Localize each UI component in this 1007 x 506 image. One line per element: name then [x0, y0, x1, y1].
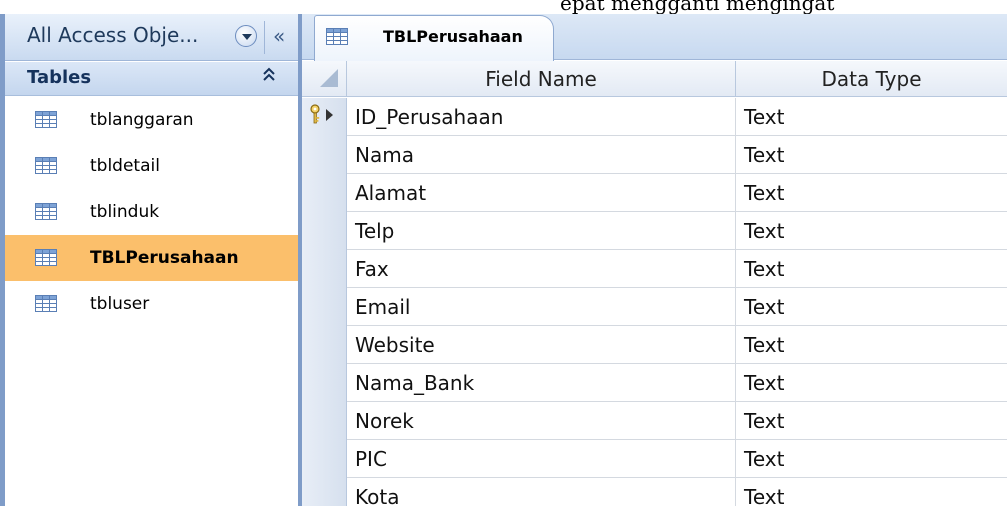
column-header-data-type[interactable]: Data Type [736, 61, 1007, 97]
nav-item-label: tbluser [90, 294, 150, 314]
table-icon [35, 249, 57, 266]
field-grid: Field Name Data Type ID_Perusahaan Text Na… [302, 61, 1007, 506]
table-icon [35, 203, 57, 220]
data-type-cell[interactable]: Text [736, 402, 1007, 440]
nav-item-tbldetail[interactable]: tbldetail [5, 143, 298, 189]
row-selector[interactable] [302, 402, 347, 440]
nav-item-label: tblanggaran [90, 110, 194, 130]
document-tab-strip: TBLPerusahaan [302, 14, 1007, 61]
primary-key-icon [310, 104, 320, 124]
design-view: TBLPerusahaan Field Name Data Type ID_Pe… [302, 14, 1007, 506]
nav-menu-dropdown-icon[interactable] [235, 25, 257, 47]
data-type-cell[interactable]: Text [736, 326, 1007, 364]
data-type-cell[interactable]: Text [736, 136, 1007, 174]
column-header-field-name[interactable]: Field Name [347, 61, 736, 97]
row-selector[interactable] [302, 478, 347, 506]
field-name-cell[interactable]: Nama [347, 136, 736, 174]
table-row: Website Text [302, 326, 1007, 364]
table-row: Kota Text [302, 478, 1007, 506]
table-row: ID_Perusahaan Text [302, 98, 1007, 136]
nav-item-label: tbldetail [90, 156, 160, 176]
data-type-cell[interactable]: Text [736, 250, 1007, 288]
field-name-cell[interactable]: Email [347, 288, 736, 326]
table-icon [35, 111, 57, 128]
data-type-cell[interactable]: Text [736, 98, 1007, 136]
row-selector[interactable] [302, 98, 347, 136]
row-selector[interactable] [302, 326, 347, 364]
data-type-cell[interactable]: Text [736, 288, 1007, 326]
row-selector[interactable] [302, 364, 347, 402]
data-type-cell[interactable]: Text [736, 174, 1007, 212]
tab-tblperusahaan[interactable]: TBLPerusahaan [314, 15, 554, 61]
table-row: Nama_Bank Text [302, 364, 1007, 402]
row-selector[interactable] [302, 440, 347, 478]
field-name-cell[interactable]: Fax [347, 250, 736, 288]
field-name-cell[interactable]: Telp [347, 212, 736, 250]
select-all-corner[interactable] [302, 61, 347, 97]
data-type-cell[interactable]: Text [736, 212, 1007, 250]
tab-label: TBLPerusahaan [383, 27, 523, 46]
data-type-cell[interactable]: Text [736, 440, 1007, 478]
nav-item-tblanggaran[interactable]: tblanggaran [5, 97, 298, 143]
field-name-cell[interactable]: Nama_Bank [347, 364, 736, 402]
nav-item-label: tblinduk [90, 202, 160, 222]
group-label: Tables [27, 67, 92, 88]
table-row: Email Text [302, 288, 1007, 326]
cropped-text: epat mengganti mengingat [560, 0, 835, 14]
current-row-arrow-icon [326, 109, 333, 121]
nav-pane-title[interactable]: All Access Obje... [27, 23, 198, 47]
table-row: Nama Text [302, 136, 1007, 174]
row-selector[interactable] [302, 174, 347, 212]
table-icon [326, 28, 348, 45]
table-icon [35, 157, 57, 174]
field-name-cell[interactable]: ID_Perusahaan [347, 98, 736, 136]
group-header-tables[interactable]: Tables [5, 62, 298, 96]
table-row: Norek Text [302, 402, 1007, 440]
table-row: PIC Text [302, 440, 1007, 478]
nav-pane-header: All Access Obje... « [5, 14, 298, 61]
nav-item-tblperusahaan[interactable]: TBLPerusahaan [5, 235, 298, 281]
row-selector[interactable] [302, 136, 347, 174]
nav-item-tblinduk[interactable]: tblinduk [5, 189, 298, 235]
header-divider [264, 21, 265, 54]
data-type-cell[interactable]: Text [736, 478, 1007, 506]
table-row: Telp Text [302, 212, 1007, 250]
table-row: Alamat Text [302, 174, 1007, 212]
navigation-pane: All Access Obje... « Tables tblanggaran t… [0, 14, 302, 506]
table-row: Fax Text [302, 250, 1007, 288]
field-name-cell[interactable]: Kota [347, 478, 736, 506]
nav-item-tbluser[interactable]: tbluser [5, 281, 298, 327]
field-name-cell[interactable]: Norek [347, 402, 736, 440]
grid-header: Field Name Data Type [302, 61, 1007, 97]
row-selector[interactable] [302, 288, 347, 326]
field-name-cell[interactable]: Alamat [347, 174, 736, 212]
cropped-page-text: epat mengganti mengingat [0, 0, 1007, 14]
row-selector[interactable] [302, 212, 347, 250]
table-icon [35, 295, 57, 312]
field-name-cell[interactable]: PIC [347, 440, 736, 478]
collapse-group-icon[interactable] [262, 66, 276, 88]
row-selector[interactable] [302, 250, 347, 288]
nav-item-label: TBLPerusahaan [90, 248, 239, 268]
data-type-cell[interactable]: Text [736, 364, 1007, 402]
field-name-cell[interactable]: Website [347, 326, 736, 364]
collapse-pane-button[interactable]: « [273, 24, 293, 48]
